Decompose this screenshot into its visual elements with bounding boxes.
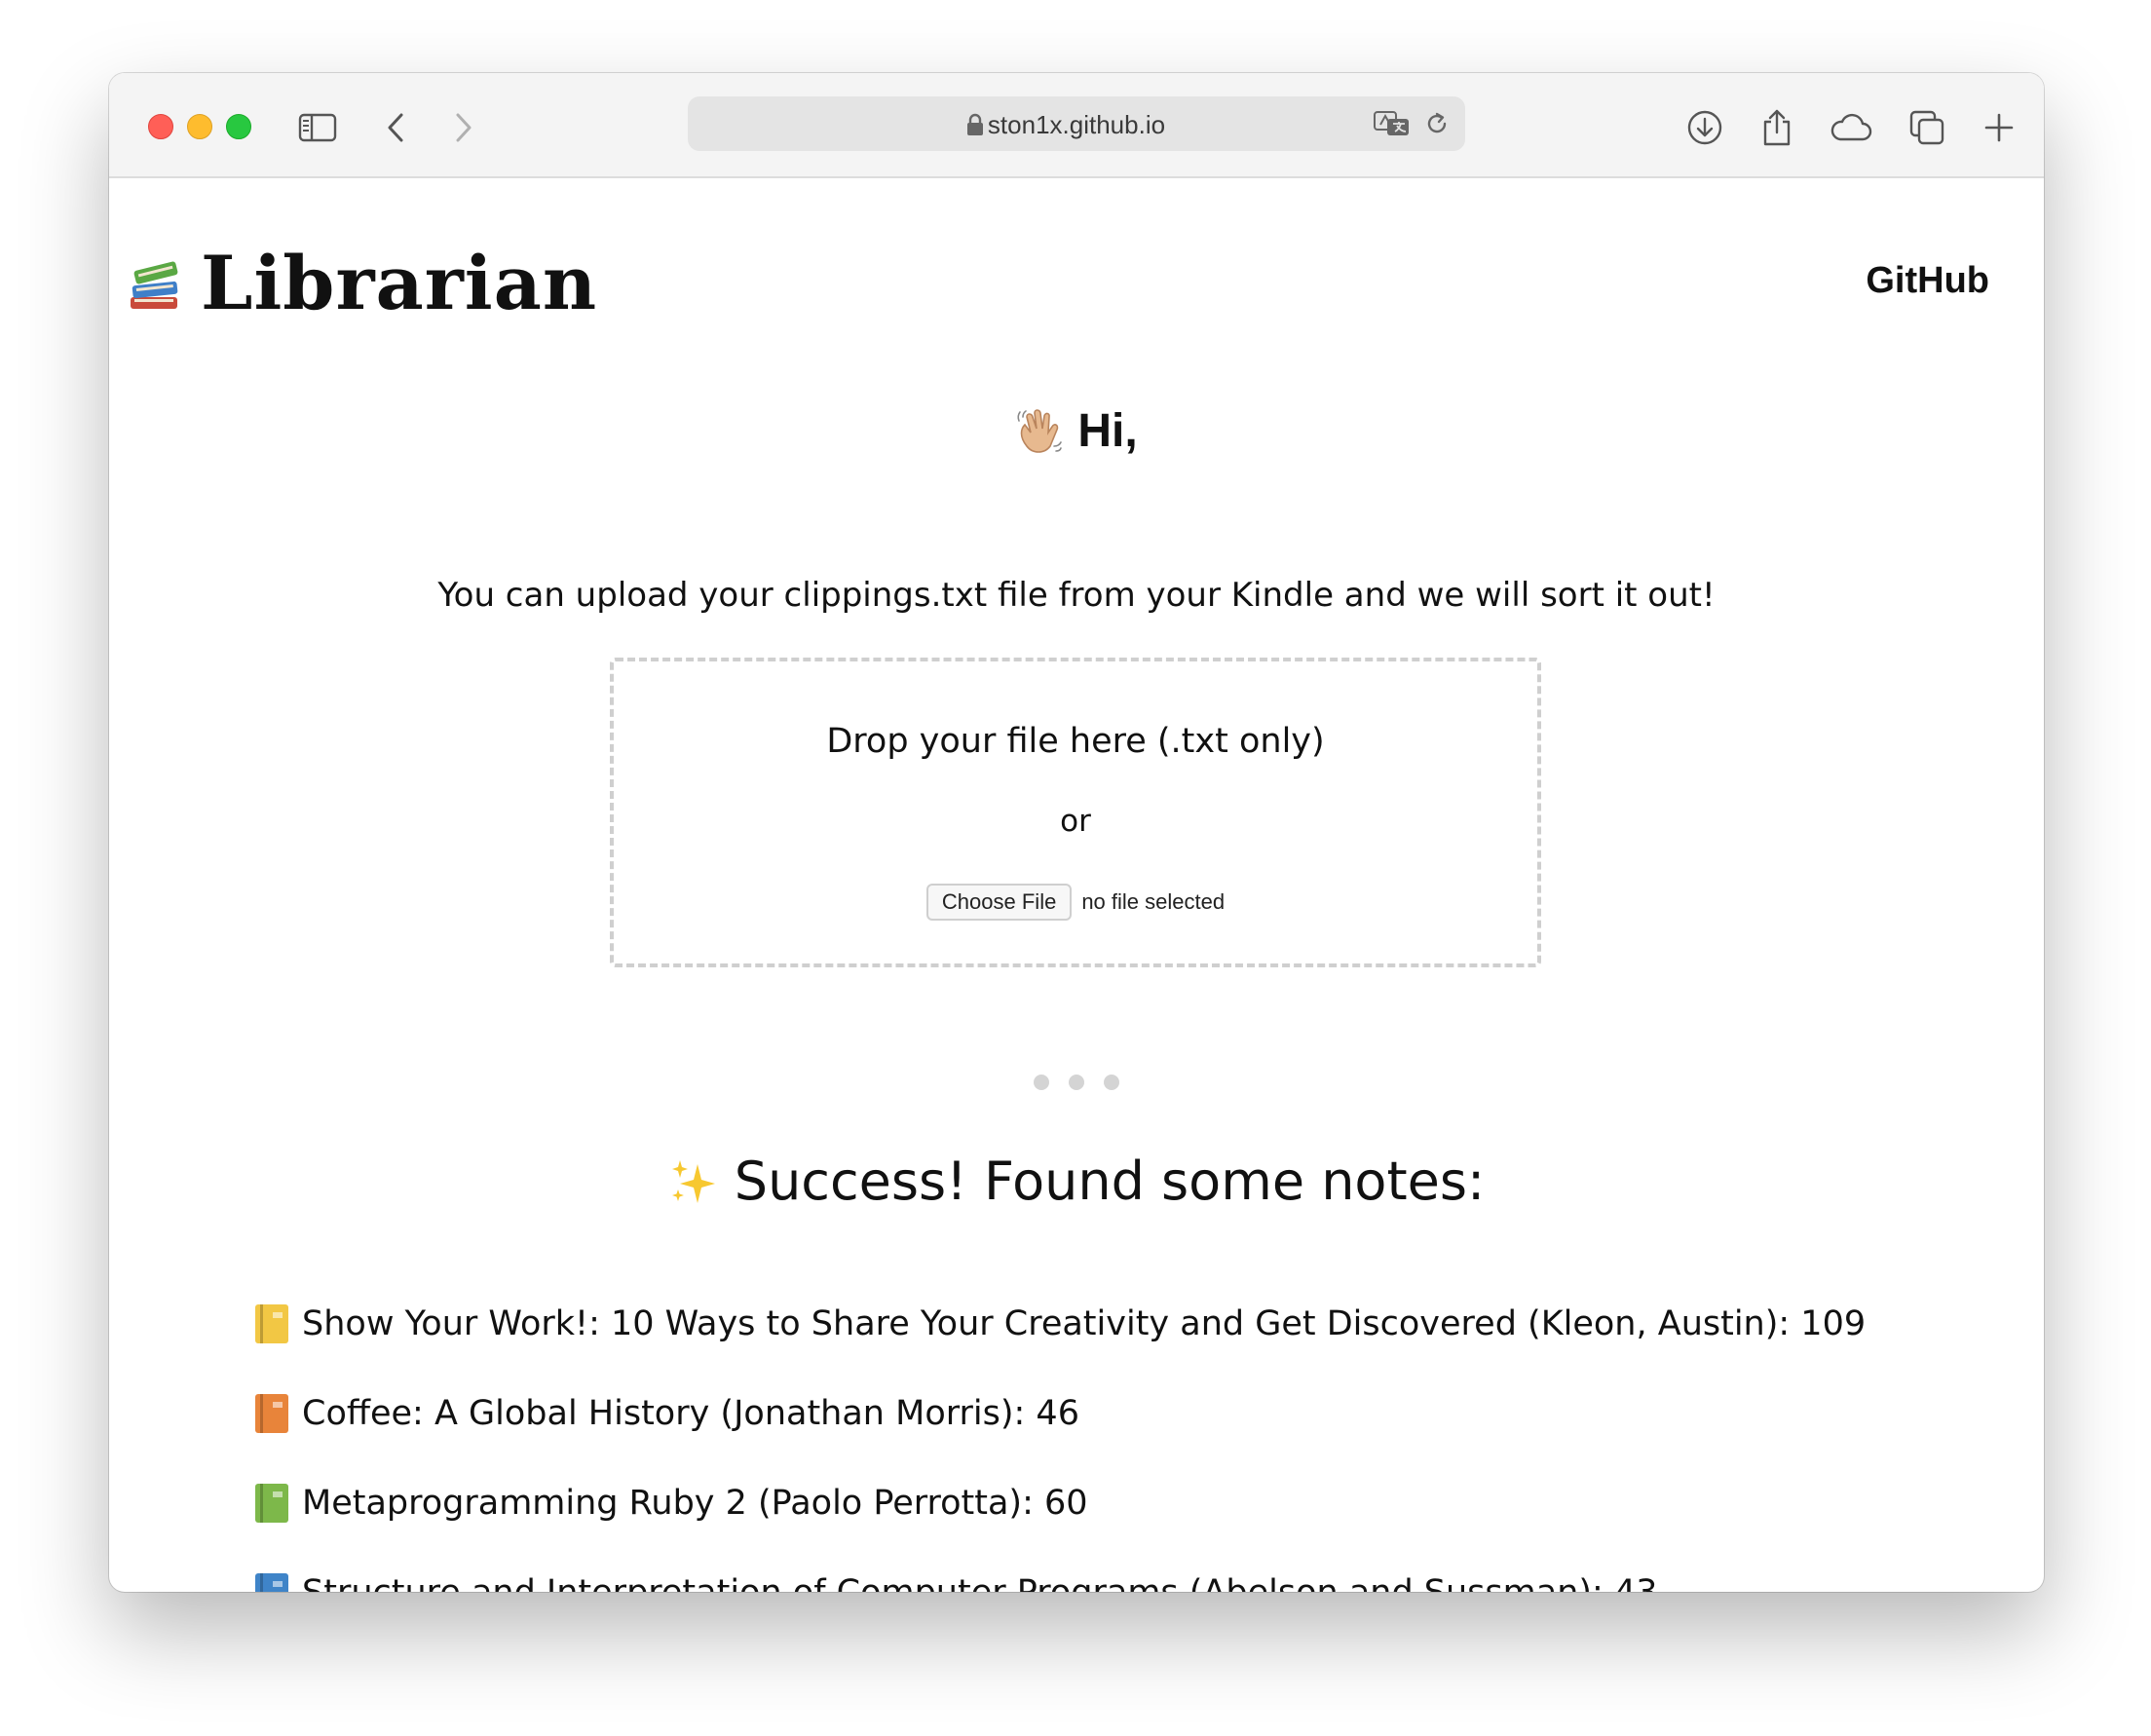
results-title: Success! Found some notes: [734, 1151, 1486, 1212]
book-entry: Structure and Interpretation of Computer… [302, 1573, 1658, 1592]
dot [1069, 1075, 1084, 1090]
waving-hand-icon [1015, 407, 1064, 456]
dot [1104, 1075, 1119, 1090]
notebook-icon [255, 1484, 288, 1523]
site-title: Librarian [201, 240, 598, 326]
minimize-window-button[interactable] [187, 114, 212, 139]
sidebar-icon[interactable] [296, 106, 339, 149]
site-logo[interactable]: Librarian [127, 246, 597, 321]
intro-text: You can upload your clippings.txt file f… [437, 576, 1716, 615]
book-entry: Coffee: A Global History (Jonathan Morri… [302, 1394, 1079, 1433]
zoom-window-button[interactable] [226, 114, 251, 139]
sparkles-icon [668, 1156, 719, 1207]
file-dropzone[interactable]: Drop your file here (.txt only) or Choos… [610, 658, 1541, 967]
dropzone-title: Drop your file here (.txt only) [826, 722, 1325, 761]
book-entry: Metaprogramming Ruby 2 (Paolo Perrotta):… [302, 1484, 1088, 1523]
separator-dots [109, 1075, 2044, 1090]
greeting-title: Hi, [1077, 405, 1138, 457]
choose-file-button[interactable]: Choose File [925, 884, 1073, 921]
download-icon[interactable] [1683, 106, 1726, 149]
list-item[interactable]: Metaprogramming Ruby 2 (Paolo Perrotta):… [255, 1458, 1866, 1548]
notebook-icon [255, 1394, 288, 1433]
address-bar[interactable]: ston1x.github.io [688, 96, 1465, 151]
book-entry: Show Your Work!: 10 Ways to Share Your C… [302, 1304, 1867, 1343]
list-item[interactable]: Coffee: A Global History (Jonathan Morri… [255, 1369, 1866, 1458]
github-link[interactable]: GitHub [1866, 260, 1989, 302]
notebook-icon [255, 1573, 288, 1592]
icloud-tabs-icon[interactable] [1830, 106, 1872, 149]
forward-icon[interactable] [442, 106, 485, 149]
translate-icon[interactable] [1374, 110, 1411, 141]
back-icon[interactable] [374, 106, 417, 149]
dropzone-or: or [1060, 804, 1091, 839]
list-item[interactable]: Structure and Interpretation of Computer… [255, 1548, 1866, 1592]
new-tab-icon[interactable] [1978, 106, 2020, 149]
page-content: Librarian GitHub Hi, You can upload your… [109, 178, 2044, 1592]
browser-toolbar: ston1x.github.io [109, 73, 2044, 178]
file-input[interactable]: Choose File no file selected [614, 884, 1537, 921]
reload-icon[interactable] [1424, 111, 1450, 140]
address-text: ston1x.github.io [987, 110, 1166, 139]
greeting: Hi, [109, 404, 2044, 458]
list-item[interactable]: Show Your Work!: 10 Ways to Share Your C… [255, 1279, 1866, 1369]
notebook-icon [255, 1304, 288, 1343]
dot [1034, 1075, 1049, 1090]
tab-overview-icon[interactable] [1906, 106, 1948, 149]
book-list: Show Your Work!: 10 Ways to Share Your C… [255, 1279, 1866, 1592]
books-icon [127, 254, 181, 313]
share-icon[interactable] [1755, 106, 1798, 149]
results-heading: Success! Found some notes: [109, 1151, 2044, 1212]
close-window-button[interactable] [148, 114, 173, 139]
browser-window: ston1x.github.io Librarian GitHub Hi, Yo… [109, 73, 2044, 1592]
file-status: no file selected [1081, 889, 1226, 914]
